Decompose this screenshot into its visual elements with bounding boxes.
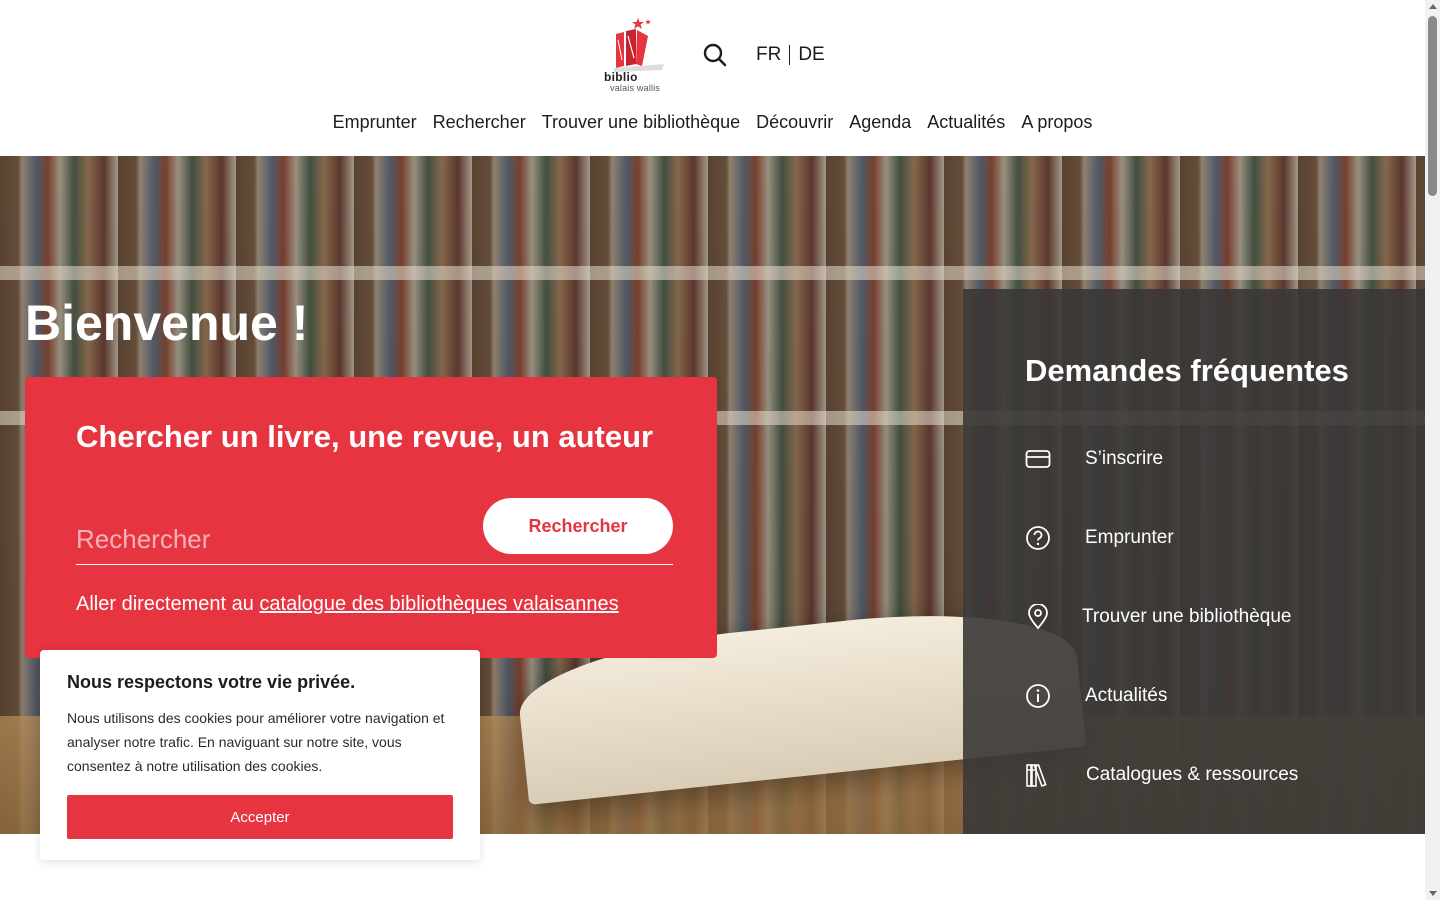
- lang-divider: [789, 45, 791, 65]
- accept-cookies-button[interactable]: Accepter: [67, 795, 453, 839]
- logo-mark-icon: [614, 18, 664, 72]
- faq-item-label: Actualités: [1085, 685, 1168, 706]
- nav-emprunter[interactable]: Emprunter: [333, 112, 417, 133]
- nav-actualites[interactable]: Actualités: [927, 112, 1005, 133]
- page-scrollbar[interactable]: [1425, 0, 1440, 900]
- faq-item-label: Catalogues & ressources: [1086, 764, 1299, 785]
- faq-item-actualites[interactable]: Actualités: [1025, 680, 1167, 712]
- faq-title: Demandes fréquentes: [1025, 353, 1349, 388]
- cookie-consent-banner: Nous respectons votre vie privée. Nous u…: [40, 650, 480, 860]
- catalogue-link[interactable]: catalogue des bibliothèques valaisannes: [259, 593, 618, 615]
- question-icon: [1025, 525, 1051, 551]
- card-icon: [1025, 446, 1051, 472]
- search-card-title: Chercher un livre, une revue, un auteur: [76, 419, 654, 454]
- books-icon: [1025, 762, 1051, 788]
- search-icon[interactable]: [702, 42, 728, 68]
- faq-panel: Demandes fréquentes S’inscrire Emprunter…: [963, 289, 1425, 834]
- location-pin-icon: [1025, 604, 1051, 630]
- faq-item-label: Emprunter: [1085, 527, 1174, 548]
- scroll-down-arrow-icon[interactable]: [1429, 891, 1437, 896]
- lang-de[interactable]: DE: [798, 44, 824, 66]
- faq-item-trouver[interactable]: Trouver une bibliothèque: [1025, 601, 1292, 633]
- page-title: Bienvenue !: [25, 295, 309, 351]
- scrollbar-thumb[interactable]: [1428, 16, 1437, 196]
- search-card: Chercher un livre, une revue, un auteur …: [25, 377, 717, 658]
- faq-item-label: Trouver une bibliothèque: [1082, 606, 1292, 627]
- faq-item-catalogues[interactable]: Catalogues & ressources: [1025, 759, 1298, 791]
- nav-a-propos[interactable]: A propos: [1021, 112, 1092, 133]
- site-header: biblio valais wallis FR DE Emprunter Rec…: [0, 0, 1425, 156]
- catalogue-link-row: Aller directement au catalogue des bibli…: [76, 593, 619, 616]
- search-input[interactable]: [76, 519, 472, 559]
- scroll-up-arrow-icon[interactable]: [1429, 4, 1437, 9]
- faq-item-sinscrire[interactable]: S’inscrire: [1025, 443, 1163, 475]
- faq-item-label: S’inscrire: [1085, 448, 1164, 469]
- lang-fr[interactable]: FR: [756, 44, 781, 66]
- bookshelf-decoration: [0, 266, 1425, 280]
- cookie-text: Nous utilisons des cookies pour améliore…: [67, 710, 445, 774]
- main-nav: Emprunter Rechercher Trouver une bibliot…: [0, 112, 1425, 133]
- search-submit-button[interactable]: Rechercher: [483, 498, 673, 554]
- faq-item-emprunter[interactable]: Emprunter: [1025, 522, 1174, 554]
- nav-trouver-bibliotheque[interactable]: Trouver une bibliothèque: [542, 112, 740, 133]
- search-input-underline: [76, 564, 673, 565]
- biblio-logo[interactable]: biblio valais wallis: [602, 14, 666, 94]
- logo-text-valais-wallis: valais wallis: [610, 83, 661, 93]
- info-icon: [1025, 683, 1051, 709]
- nav-rechercher[interactable]: Rechercher: [433, 112, 526, 133]
- language-switcher: FR DE: [756, 44, 825, 66]
- cookie-title: Nous respectons votre vie privée.: [67, 672, 356, 692]
- nav-decouvrir[interactable]: Découvrir: [756, 112, 833, 133]
- catalogue-link-prefix: Aller directement au: [76, 593, 260, 615]
- logo-text-biblio: biblio: [604, 70, 638, 84]
- nav-agenda[interactable]: Agenda: [849, 112, 911, 133]
